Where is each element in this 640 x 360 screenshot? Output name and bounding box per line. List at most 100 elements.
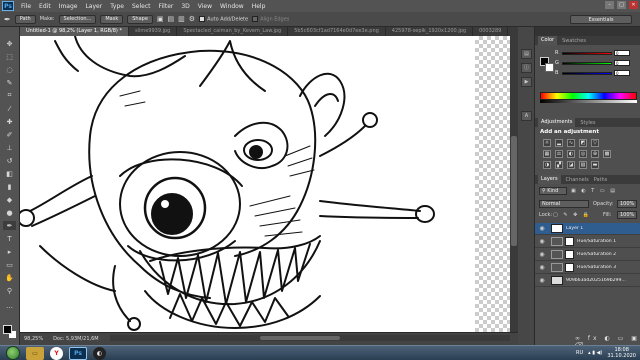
color-spectrum[interactable] [540,92,637,100]
tab-swatches[interactable]: Swatches [562,38,586,44]
eye-icon[interactable]: ◉ [538,251,546,259]
auto-add-delete-checkbox[interactable]: Auto Add/Delete [199,15,248,22]
clone-stamp-tool-icon[interactable]: ⊥ [3,143,16,152]
dodge-tool-icon[interactable]: ● [3,208,16,217]
clock[interactable]: 18:08 31.10.2020 [607,347,636,359]
eye-icon[interactable]: ◉ [538,225,546,233]
crop-tool-icon[interactable]: ⌗ [3,91,16,100]
path-operations-icon[interactable]: ▣ [157,15,164,23]
menu-file[interactable]: File [17,3,35,10]
tab-channels[interactable]: Channels [566,177,589,183]
menu-filter[interactable]: Filter [155,3,178,10]
move-tool-icon[interactable]: ✥ [3,39,16,48]
tab-sepik[interactable]: 425978-sepik_1920x1200.jpg [386,27,474,36]
properties-panel-icon[interactable]: ⓘ [521,63,532,73]
curves-icon[interactable]: ∿ [567,139,575,147]
workspace-select[interactable]: Essentials [570,15,632,24]
tab-adjustments[interactable]: Adjustments [538,118,576,127]
red-value-input[interactable]: 0 [614,50,630,56]
brightness-contrast-icon[interactable]: ☼ [543,139,551,147]
maximize-icon[interactable]: □ [617,1,626,9]
start-button[interactable] [6,346,20,360]
tab-0003289[interactable]: 0003289 [473,27,509,36]
vertical-scrollbar[interactable] [510,36,518,332]
levels-icon[interactable]: ▂ [555,139,563,147]
tab-styles[interactable]: Styles [580,120,595,126]
align-edges-checkbox[interactable]: Align Edges [252,15,289,22]
minimize-icon[interactable]: – [605,1,614,9]
eye-icon[interactable]: ◉ [538,277,546,285]
menu-layer[interactable]: Layer [81,3,106,10]
character-panel-icon[interactable]: A [521,111,532,121]
gradient-tool-icon[interactable]: ▮ [3,182,16,191]
menu-help[interactable]: Help [248,3,270,10]
blend-mode-select[interactable]: Normal [539,200,589,208]
gear-icon[interactable]: ⚙ [189,15,195,23]
black-white-icon[interactable]: ◐ [567,150,575,158]
foreground-background-swatch[interactable] [3,325,17,339]
explorer-icon[interactable]: ▭ [26,346,44,360]
language-indicator[interactable]: RU [576,350,583,356]
menu-image[interactable]: Image [55,3,82,10]
blue-value-input[interactable]: 0 [614,70,630,76]
tab-5b5c[interactable]: 5b5c603cf1ad7164e0d7ee3e.png [288,27,386,36]
layer-row[interactable]: ◉ Hue/Saturation 2 [535,249,640,261]
tray-icons[interactable]: ▴ ▮ ◀) [588,350,602,356]
tab-layers[interactable]: Layers [538,175,561,184]
path-mode-select[interactable]: Path [14,14,36,24]
yandex-browser-icon[interactable]: Y [50,346,63,360]
menu-edit[interactable]: Edit [35,3,55,10]
posterize-icon[interactable]: ▞ [555,161,563,169]
menu-select[interactable]: Select [128,3,155,10]
shape-tool-icon[interactable]: ▭ [3,260,16,269]
layer-row[interactable]: ◉ Hue/Saturation 1 [535,236,640,248]
color-lookup-icon[interactable]: ▩ [603,150,611,158]
tab-slime[interactable]: slime9939.jpg [129,27,178,36]
channel-mixer-icon[interactable]: ⊕ [591,150,599,158]
green-value-input[interactable]: 0 [614,60,630,66]
threshold-icon[interactable]: ◪ [567,161,575,169]
tab-paths[interactable]: Paths [594,177,608,183]
menu-3d[interactable]: 3D [177,3,193,10]
recorder-icon[interactable]: ◐ [93,346,106,360]
layer-row[interactable]: ◉ 909b63ad2025169b299... [535,275,640,287]
close-icon[interactable]: ✕ [629,1,638,9]
zoom-tool-icon[interactable]: ⚲ [3,286,16,295]
hand-tool-icon[interactable]: ✋ [3,273,16,282]
marquee-tool-icon[interactable]: ⬚ [3,52,16,61]
type-tool-icon[interactable]: T [3,234,16,243]
canvas[interactable] [20,36,475,332]
lasso-tool-icon[interactable]: ◌ [3,65,16,74]
eraser-tool-icon[interactable]: ◧ [3,169,16,178]
tab-caiman[interactable]: Spectacled_caiman_by_Kevem_Law.jpg [177,27,289,36]
history-brush-tool-icon[interactable]: ↺ [3,156,16,165]
tab-untitled-1[interactable]: Untitled-1 @ 98,2% (Layer 1, RGB/8) * [20,27,129,36]
layer-row[interactable]: ◉ Hue/Saturation 3 [535,262,640,274]
eye-icon[interactable]: ◉ [538,264,546,272]
selective-color-icon[interactable]: ▧ [579,161,587,169]
path-selection-tool-icon[interactable]: ▸ [3,247,16,256]
photo-filter-icon[interactable]: ◎ [579,150,587,158]
color-panel-background-swatch[interactable] [545,63,554,72]
invert-icon[interactable]: ◑ [543,161,551,169]
actions-panel-icon[interactable]: ▶ [521,77,532,87]
menu-view[interactable]: View [194,3,216,10]
healing-brush-tool-icon[interactable]: ✚ [3,117,16,126]
grayscale-ramp[interactable] [540,100,637,103]
scroll-thumb[interactable] [260,336,340,340]
blur-tool-icon[interactable]: ◆ [3,195,16,204]
tab-color[interactable]: Color [538,36,558,45]
selection-button[interactable]: Selection... [58,14,97,24]
eye-icon[interactable]: ◉ [538,238,546,246]
color-balance-icon[interactable]: ⚖ [555,150,563,158]
history-panel-icon[interactable]: ▤ [521,49,532,59]
lock-icons[interactable]: ▢ ✎ ✥ 🔒 [553,212,591,218]
scroll-thumb[interactable] [511,136,517,246]
exposure-icon[interactable]: ◩ [579,139,587,147]
path-arrange-icon[interactable]: ▥ [178,15,185,23]
more-tools-icon[interactable]: … [3,301,16,310]
document-canvas-area[interactable] [20,36,510,332]
mask-button[interactable]: Mask [100,14,124,24]
shape-button[interactable]: Shape [127,14,153,24]
zoom-level[interactable]: 98,25% [24,336,43,342]
